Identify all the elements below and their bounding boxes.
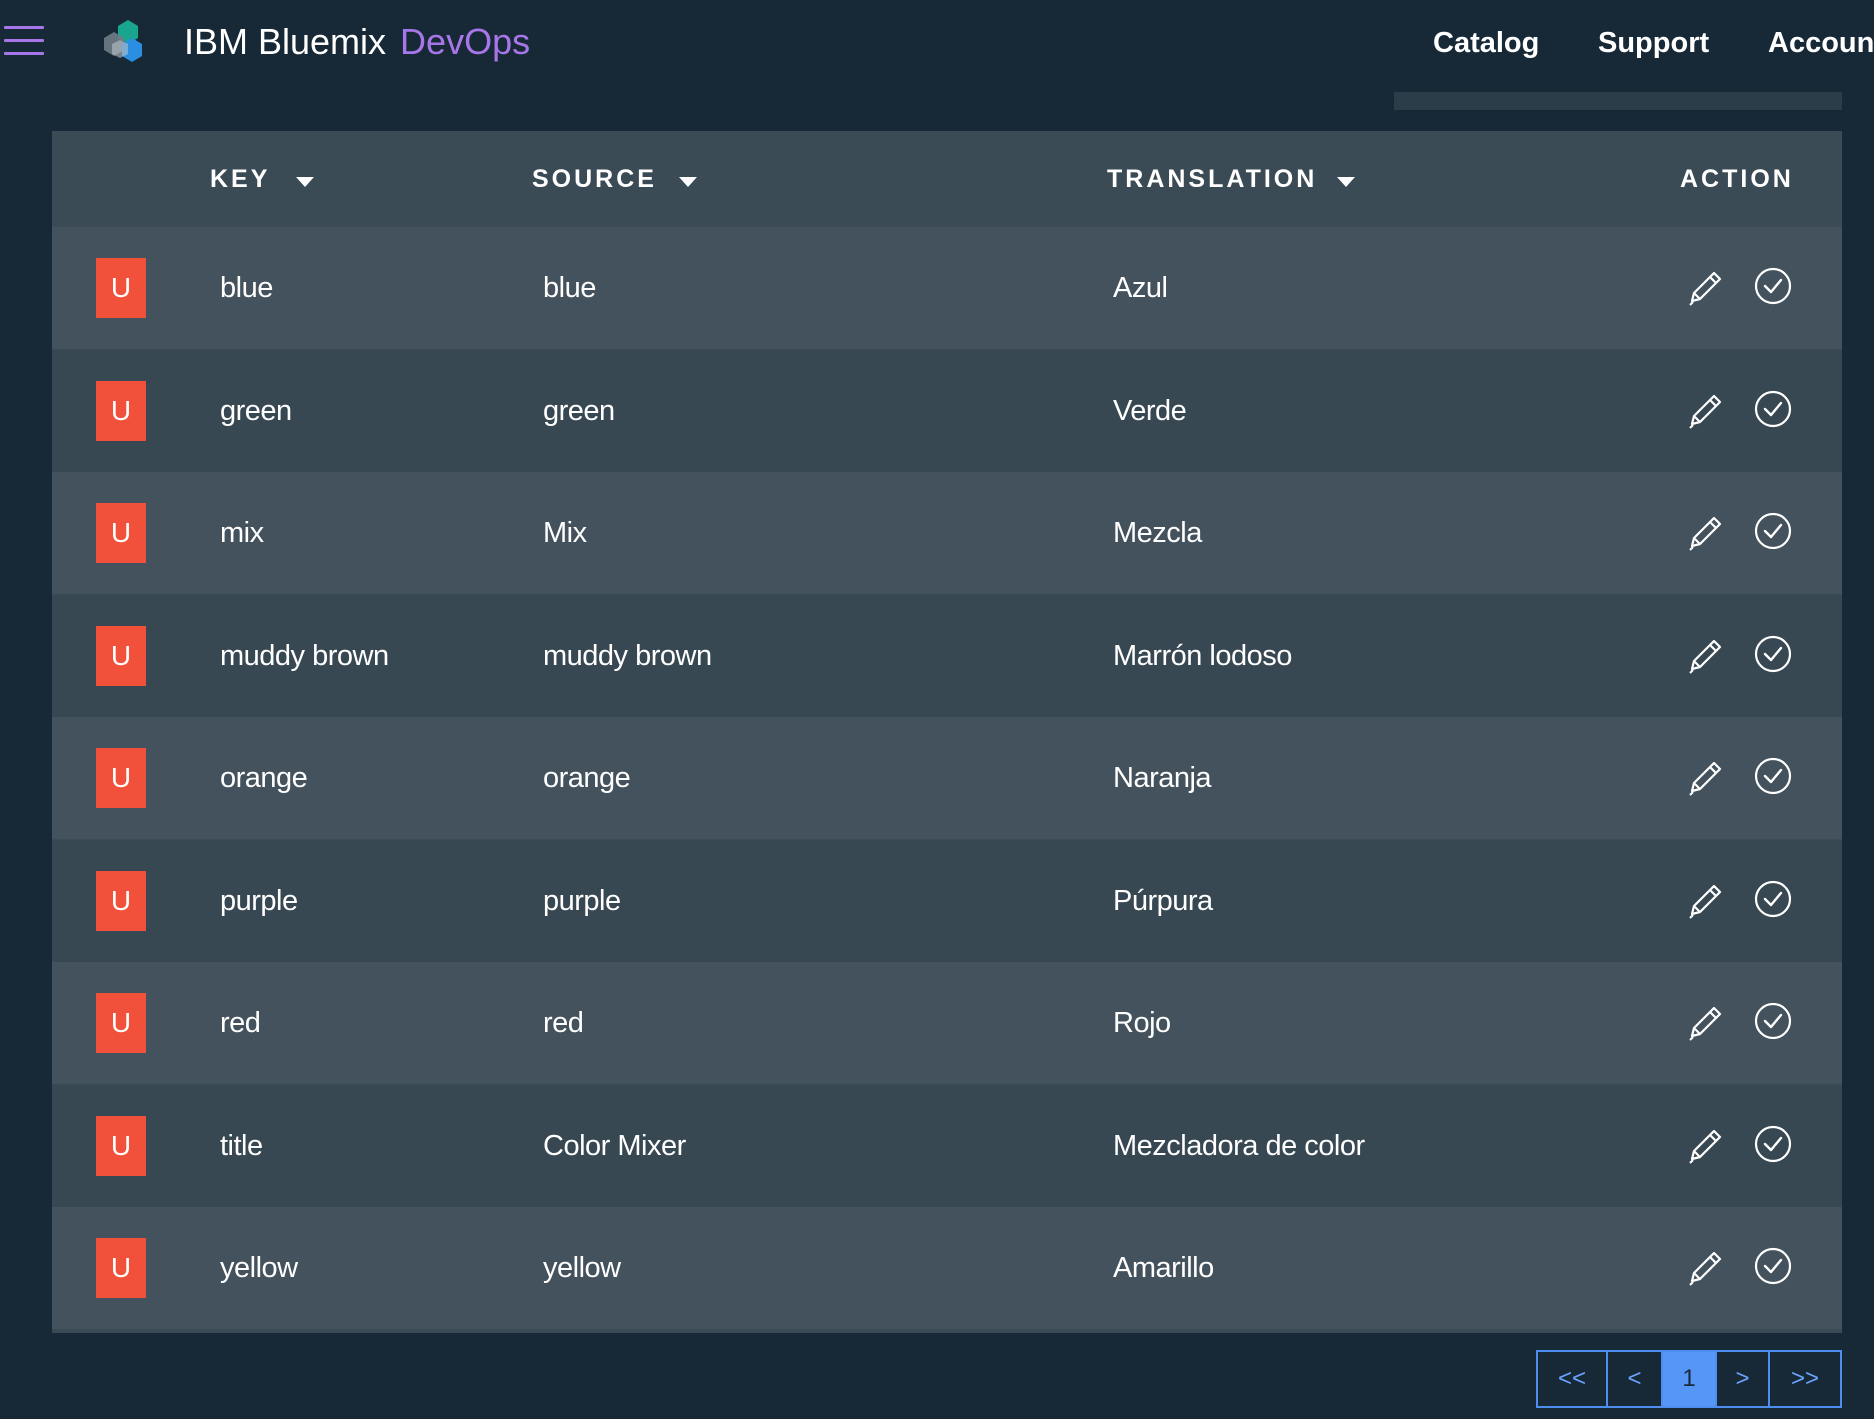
sort-key-caret-icon[interactable] xyxy=(296,177,314,187)
translation-cell: Mezcla xyxy=(1113,517,1202,549)
table-row: Upurple purple Púrpura xyxy=(52,839,1842,962)
key-cell: red xyxy=(220,1007,261,1039)
source-cell: blue xyxy=(543,272,596,304)
column-header-translation[interactable]: TRANSLATION xyxy=(1107,161,1317,197)
key-cell: title xyxy=(220,1129,263,1162)
top-bar: IBM Bluemix DevOps Catalog Support Accoun… xyxy=(0,0,1874,88)
source-cell: yellow xyxy=(543,1252,621,1284)
key-cell: mix xyxy=(220,517,264,549)
pencil-icon[interactable] xyxy=(1684,388,1728,432)
table-row: Ublue blue Azul xyxy=(52,227,1842,349)
source-cell: muddy brown xyxy=(543,639,712,672)
first-page-button[interactable]: << xyxy=(1538,1352,1608,1406)
status-badge: U xyxy=(96,380,146,441)
translation-cell: Rojo xyxy=(1113,1007,1171,1039)
translation-cell: Naranja xyxy=(1113,762,1212,794)
approve-check-icon[interactable] xyxy=(1753,389,1793,429)
last-page-button[interactable]: >> xyxy=(1770,1352,1840,1406)
pencil-icon[interactable] xyxy=(1684,1245,1728,1289)
translation-cell: Mezcladora de color xyxy=(1113,1129,1365,1162)
approve-check-icon[interactable] xyxy=(1753,266,1793,306)
pagination: << < 1 > >> xyxy=(1536,1350,1842,1408)
source-cell: red xyxy=(543,1007,584,1039)
nav-catalog[interactable]: Catalog xyxy=(1433,24,1539,62)
source-cell: Color Mixer xyxy=(543,1129,686,1162)
translation-cell: Verde xyxy=(1113,394,1187,427)
translation-cell: Púrpura xyxy=(1113,884,1213,917)
source-cell: Mix xyxy=(543,517,587,549)
sort-source-caret-icon[interactable] xyxy=(679,177,697,187)
translation-cell: Azul xyxy=(1113,272,1168,304)
source-cell: green xyxy=(543,394,615,427)
pencil-icon[interactable] xyxy=(1684,633,1728,677)
status-badge: U xyxy=(96,748,146,808)
nav-support[interactable]: Support xyxy=(1598,24,1709,62)
brand-title[interactable]: IBM Bluemix DevOps xyxy=(184,20,530,64)
table-row: Uyellow yellow Amarillo xyxy=(52,1207,1842,1329)
approve-check-icon[interactable] xyxy=(1753,1124,1793,1164)
status-badge: U xyxy=(96,870,146,931)
approve-check-icon[interactable] xyxy=(1753,634,1793,674)
column-header-source[interactable]: SOURCE xyxy=(532,161,657,197)
status-badge: U xyxy=(96,1238,146,1298)
table-row: Uorange orange Naranja xyxy=(52,717,1842,839)
status-badge: U xyxy=(96,993,146,1053)
status-badge: U xyxy=(96,625,146,686)
column-header-action: ACTION xyxy=(1680,165,1794,193)
bluemix-logo-icon[interactable] xyxy=(98,16,150,68)
nav-underline xyxy=(1394,92,1842,110)
table-header: KEY SOURCE TRANSLATION ACTION xyxy=(52,131,1842,227)
approve-check-icon[interactable] xyxy=(1753,879,1793,919)
key-cell: purple xyxy=(220,884,298,917)
approve-check-icon[interactable] xyxy=(1753,511,1793,551)
status-badge: U xyxy=(96,1115,146,1176)
pencil-icon[interactable] xyxy=(1684,510,1728,554)
nav-account[interactable]: Account xyxy=(1768,24,1874,62)
hamburger-menu-icon[interactable] xyxy=(4,26,44,56)
translation-cell: Marrón lodoso xyxy=(1113,639,1292,672)
next-page-button[interactable]: > xyxy=(1717,1352,1770,1406)
pencil-icon[interactable] xyxy=(1684,1123,1728,1167)
status-badge: U xyxy=(96,258,146,318)
source-cell: purple xyxy=(543,884,621,917)
key-cell: muddy brown xyxy=(220,639,389,672)
brand-name: IBM Bluemix xyxy=(184,21,387,62)
table-row: Ured red Rojo xyxy=(52,962,1842,1084)
approve-check-icon[interactable] xyxy=(1753,1246,1793,1286)
approve-check-icon[interactable] xyxy=(1753,756,1793,796)
previous-page-button[interactable]: < xyxy=(1608,1352,1663,1406)
current-page-button[interactable]: 1 xyxy=(1663,1352,1717,1406)
pencil-icon[interactable] xyxy=(1684,1000,1728,1044)
translation-table: KEY SOURCE TRANSLATION ACTION Ublue blue A… xyxy=(52,131,1842,1333)
column-header-key[interactable]: KEY xyxy=(210,161,270,197)
source-cell: orange xyxy=(543,762,631,794)
sort-translation-caret-icon[interactable] xyxy=(1337,177,1355,187)
table-row: Utitle Color Mixer Mezcladora de color xyxy=(52,1084,1842,1207)
brand-accent: DevOps xyxy=(400,21,531,62)
pencil-icon[interactable] xyxy=(1684,878,1728,922)
pencil-icon[interactable] xyxy=(1684,265,1728,309)
key-cell: yellow xyxy=(220,1252,298,1284)
table-row: Umuddy brown muddy brown Marrón lodoso xyxy=(52,594,1842,717)
table-row: Ugreen green Verde xyxy=(52,349,1842,472)
table-row: Umix Mix Mezcla xyxy=(52,472,1842,594)
key-cell: orange xyxy=(220,762,308,794)
key-cell: green xyxy=(220,394,292,427)
pencil-icon[interactable] xyxy=(1684,755,1728,799)
status-badge: U xyxy=(96,503,146,563)
approve-check-icon[interactable] xyxy=(1753,1001,1793,1041)
translation-cell: Amarillo xyxy=(1113,1252,1214,1284)
key-cell: blue xyxy=(220,272,273,304)
